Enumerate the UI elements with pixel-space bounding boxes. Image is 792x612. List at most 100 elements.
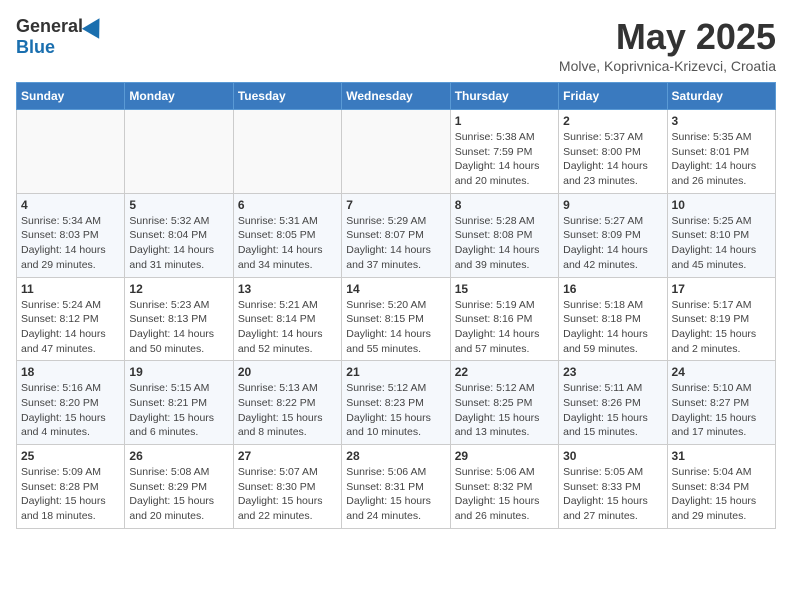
calendar-cell: 31 Sunrise: 5:04 AM Sunset: 8:34 PM Dayli… [667, 445, 775, 529]
day-number: 28 [346, 449, 445, 463]
page-header: General Blue May 2025 Molve, Koprivnica-… [16, 16, 776, 74]
day-number: 29 [455, 449, 554, 463]
calendar-cell: 2 Sunrise: 5:37 AM Sunset: 8:00 PM Daylig… [559, 110, 667, 194]
calendar-cell: 14 Sunrise: 5:20 AM Sunset: 8:15 PM Dayli… [342, 277, 450, 361]
day-info: Sunrise: 5:32 AM Sunset: 8:04 PM Dayligh… [129, 214, 228, 273]
calendar-cell: 17Sunrise: 5:17 AM Sunset: 8:19 PM Dayli… [667, 277, 775, 361]
day-info: Sunrise: 5:04 AM Sunset: 8:34 PM Dayligh… [672, 465, 771, 524]
day-info: Sunrise: 5:06 AM Sunset: 8:32 PM Dayligh… [455, 465, 554, 524]
calendar-week-row: 4 Sunrise: 5:34 AM Sunset: 8:03 PM Daylig… [17, 193, 776, 277]
calendar-cell: 6Sunrise: 5:31 AM Sunset: 8:05 PM Daylig… [233, 193, 341, 277]
day-info: Sunrise: 5:15 AM Sunset: 8:21 PM Dayligh… [129, 381, 228, 440]
title-block: May 2025 Molve, Koprivnica-Krizevci, Cro… [559, 16, 776, 74]
calendar-cell: 25 Sunrise: 5:09 AM Sunset: 8:28 PM Dayli… [17, 445, 125, 529]
day-info: Sunrise: 5:35 AM Sunset: 8:01 PM Dayligh… [672, 130, 771, 189]
day-number: 2 [563, 114, 662, 128]
day-number: 26 [129, 449, 228, 463]
logo-blue-text: Blue [16, 37, 55, 58]
day-info: Sunrise: 5:12 AM Sunset: 8:23 PM Dayligh… [346, 381, 445, 440]
calendar-week-row: 25 Sunrise: 5:09 AM Sunset: 8:28 PM Dayli… [17, 445, 776, 529]
logo: General Blue [16, 16, 105, 58]
calendar-cell: 11 Sunrise: 5:24 AM Sunset: 8:12 PM Dayli… [17, 277, 125, 361]
day-header-friday: Friday [559, 83, 667, 110]
day-info: Sunrise: 5:38 AM Sunset: 7:59 PM Dayligh… [455, 130, 554, 189]
calendar-week-row: 1 Sunrise: 5:38 AM Sunset: 7:59 PM Daylig… [17, 110, 776, 194]
day-number: 9 [563, 198, 662, 212]
day-number: 11 [21, 282, 120, 296]
day-info: Sunrise: 5:27 AM Sunset: 8:09 PM Dayligh… [563, 214, 662, 273]
day-info: Sunrise: 5:09 AM Sunset: 8:28 PM Dayligh… [21, 465, 120, 524]
month-year-title: May 2025 [559, 16, 776, 58]
day-number: 4 [21, 198, 120, 212]
day-info: Sunrise: 5:28 AM Sunset: 8:08 PM Dayligh… [455, 214, 554, 273]
calendar-cell: 30Sunrise: 5:05 AM Sunset: 8:33 PM Dayli… [559, 445, 667, 529]
day-number: 25 [21, 449, 120, 463]
calendar-cell: 20Sunrise: 5:13 AM Sunset: 8:22 PM Dayli… [233, 361, 341, 445]
day-number: 21 [346, 365, 445, 379]
calendar-cell: 29 Sunrise: 5:06 AM Sunset: 8:32 PM Dayli… [450, 445, 558, 529]
day-number: 30 [563, 449, 662, 463]
day-info: Sunrise: 5:25 AM Sunset: 8:10 PM Dayligh… [672, 214, 771, 273]
day-info: Sunrise: 5:20 AM Sunset: 8:15 PM Dayligh… [346, 298, 445, 357]
calendar-week-row: 18 Sunrise: 5:16 AM Sunset: 8:20 PM Dayli… [17, 361, 776, 445]
calendar-cell: 4 Sunrise: 5:34 AM Sunset: 8:03 PM Daylig… [17, 193, 125, 277]
day-number: 10 [672, 198, 771, 212]
day-info: Sunrise: 5:24 AM Sunset: 8:12 PM Dayligh… [21, 298, 120, 357]
day-number: 15 [455, 282, 554, 296]
calendar-cell: 5 Sunrise: 5:32 AM Sunset: 8:04 PM Daylig… [125, 193, 233, 277]
calendar-cell: 22 Sunrise: 5:12 AM Sunset: 8:25 PM Dayli… [450, 361, 558, 445]
calendar-cell: 13Sunrise: 5:21 AM Sunset: 8:14 PM Dayli… [233, 277, 341, 361]
calendar-cell: 19 Sunrise: 5:15 AM Sunset: 8:21 PM Dayli… [125, 361, 233, 445]
day-info: Sunrise: 5:23 AM Sunset: 8:13 PM Dayligh… [129, 298, 228, 357]
day-number: 13 [238, 282, 337, 296]
day-info: Sunrise: 5:10 AM Sunset: 8:27 PM Dayligh… [672, 381, 771, 440]
calendar-cell: 23 Sunrise: 5:11 AM Sunset: 8:26 PM Dayli… [559, 361, 667, 445]
day-number: 3 [672, 114, 771, 128]
calendar-cell: 9 Sunrise: 5:27 AM Sunset: 8:09 PM Daylig… [559, 193, 667, 277]
day-number: 22 [455, 365, 554, 379]
day-info: Sunrise: 5:08 AM Sunset: 8:29 PM Dayligh… [129, 465, 228, 524]
calendar-cell: 12Sunrise: 5:23 AM Sunset: 8:13 PM Dayli… [125, 277, 233, 361]
day-number: 5 [129, 198, 228, 212]
day-header-monday: Monday [125, 83, 233, 110]
calendar-cell: 18 Sunrise: 5:16 AM Sunset: 8:20 PM Dayli… [17, 361, 125, 445]
calendar-week-row: 11 Sunrise: 5:24 AM Sunset: 8:12 PM Dayli… [17, 277, 776, 361]
calendar-cell: 15Sunrise: 5:19 AM Sunset: 8:16 PM Dayli… [450, 277, 558, 361]
day-number: 24 [672, 365, 771, 379]
calendar-table: SundayMondayTuesdayWednesdayThursdayFrid… [16, 82, 776, 529]
day-number: 23 [563, 365, 662, 379]
calendar-cell: 8Sunrise: 5:28 AM Sunset: 8:08 PM Daylig… [450, 193, 558, 277]
day-number: 20 [238, 365, 337, 379]
day-info: Sunrise: 5:29 AM Sunset: 8:07 PM Dayligh… [346, 214, 445, 273]
day-number: 14 [346, 282, 445, 296]
day-header-tuesday: Tuesday [233, 83, 341, 110]
day-info: Sunrise: 5:06 AM Sunset: 8:31 PM Dayligh… [346, 465, 445, 524]
day-info: Sunrise: 5:37 AM Sunset: 8:00 PM Dayligh… [563, 130, 662, 189]
day-number: 1 [455, 114, 554, 128]
day-info: Sunrise: 5:11 AM Sunset: 8:26 PM Dayligh… [563, 381, 662, 440]
day-info: Sunrise: 5:16 AM Sunset: 8:20 PM Dayligh… [21, 381, 120, 440]
calendar-cell: 16Sunrise: 5:18 AM Sunset: 8:18 PM Dayli… [559, 277, 667, 361]
day-number: 17 [672, 282, 771, 296]
day-info: Sunrise: 5:12 AM Sunset: 8:25 PM Dayligh… [455, 381, 554, 440]
calendar-cell: 26 Sunrise: 5:08 AM Sunset: 8:29 PM Dayli… [125, 445, 233, 529]
calendar-cell [342, 110, 450, 194]
day-header-saturday: Saturday [667, 83, 775, 110]
day-number: 31 [672, 449, 771, 463]
calendar-cell [125, 110, 233, 194]
calendar-cell: 27Sunrise: 5:07 AM Sunset: 8:30 PM Dayli… [233, 445, 341, 529]
calendar-cell: 21 Sunrise: 5:12 AM Sunset: 8:23 PM Dayli… [342, 361, 450, 445]
day-header-sunday: Sunday [17, 83, 125, 110]
calendar-cell: 28 Sunrise: 5:06 AM Sunset: 8:31 PM Dayli… [342, 445, 450, 529]
calendar-cell: 3 Sunrise: 5:35 AM Sunset: 8:01 PM Daylig… [667, 110, 775, 194]
day-number: 19 [129, 365, 228, 379]
day-header-wednesday: Wednesday [342, 83, 450, 110]
day-info: Sunrise: 5:18 AM Sunset: 8:18 PM Dayligh… [563, 298, 662, 357]
day-number: 6 [238, 198, 337, 212]
location-subtitle: Molve, Koprivnica-Krizevci, Croatia [559, 58, 776, 74]
calendar-cell: 7Sunrise: 5:29 AM Sunset: 8:07 PM Daylig… [342, 193, 450, 277]
day-number: 18 [21, 365, 120, 379]
day-info: Sunrise: 5:07 AM Sunset: 8:30 PM Dayligh… [238, 465, 337, 524]
day-info: Sunrise: 5:34 AM Sunset: 8:03 PM Dayligh… [21, 214, 120, 273]
calendar-cell [233, 110, 341, 194]
